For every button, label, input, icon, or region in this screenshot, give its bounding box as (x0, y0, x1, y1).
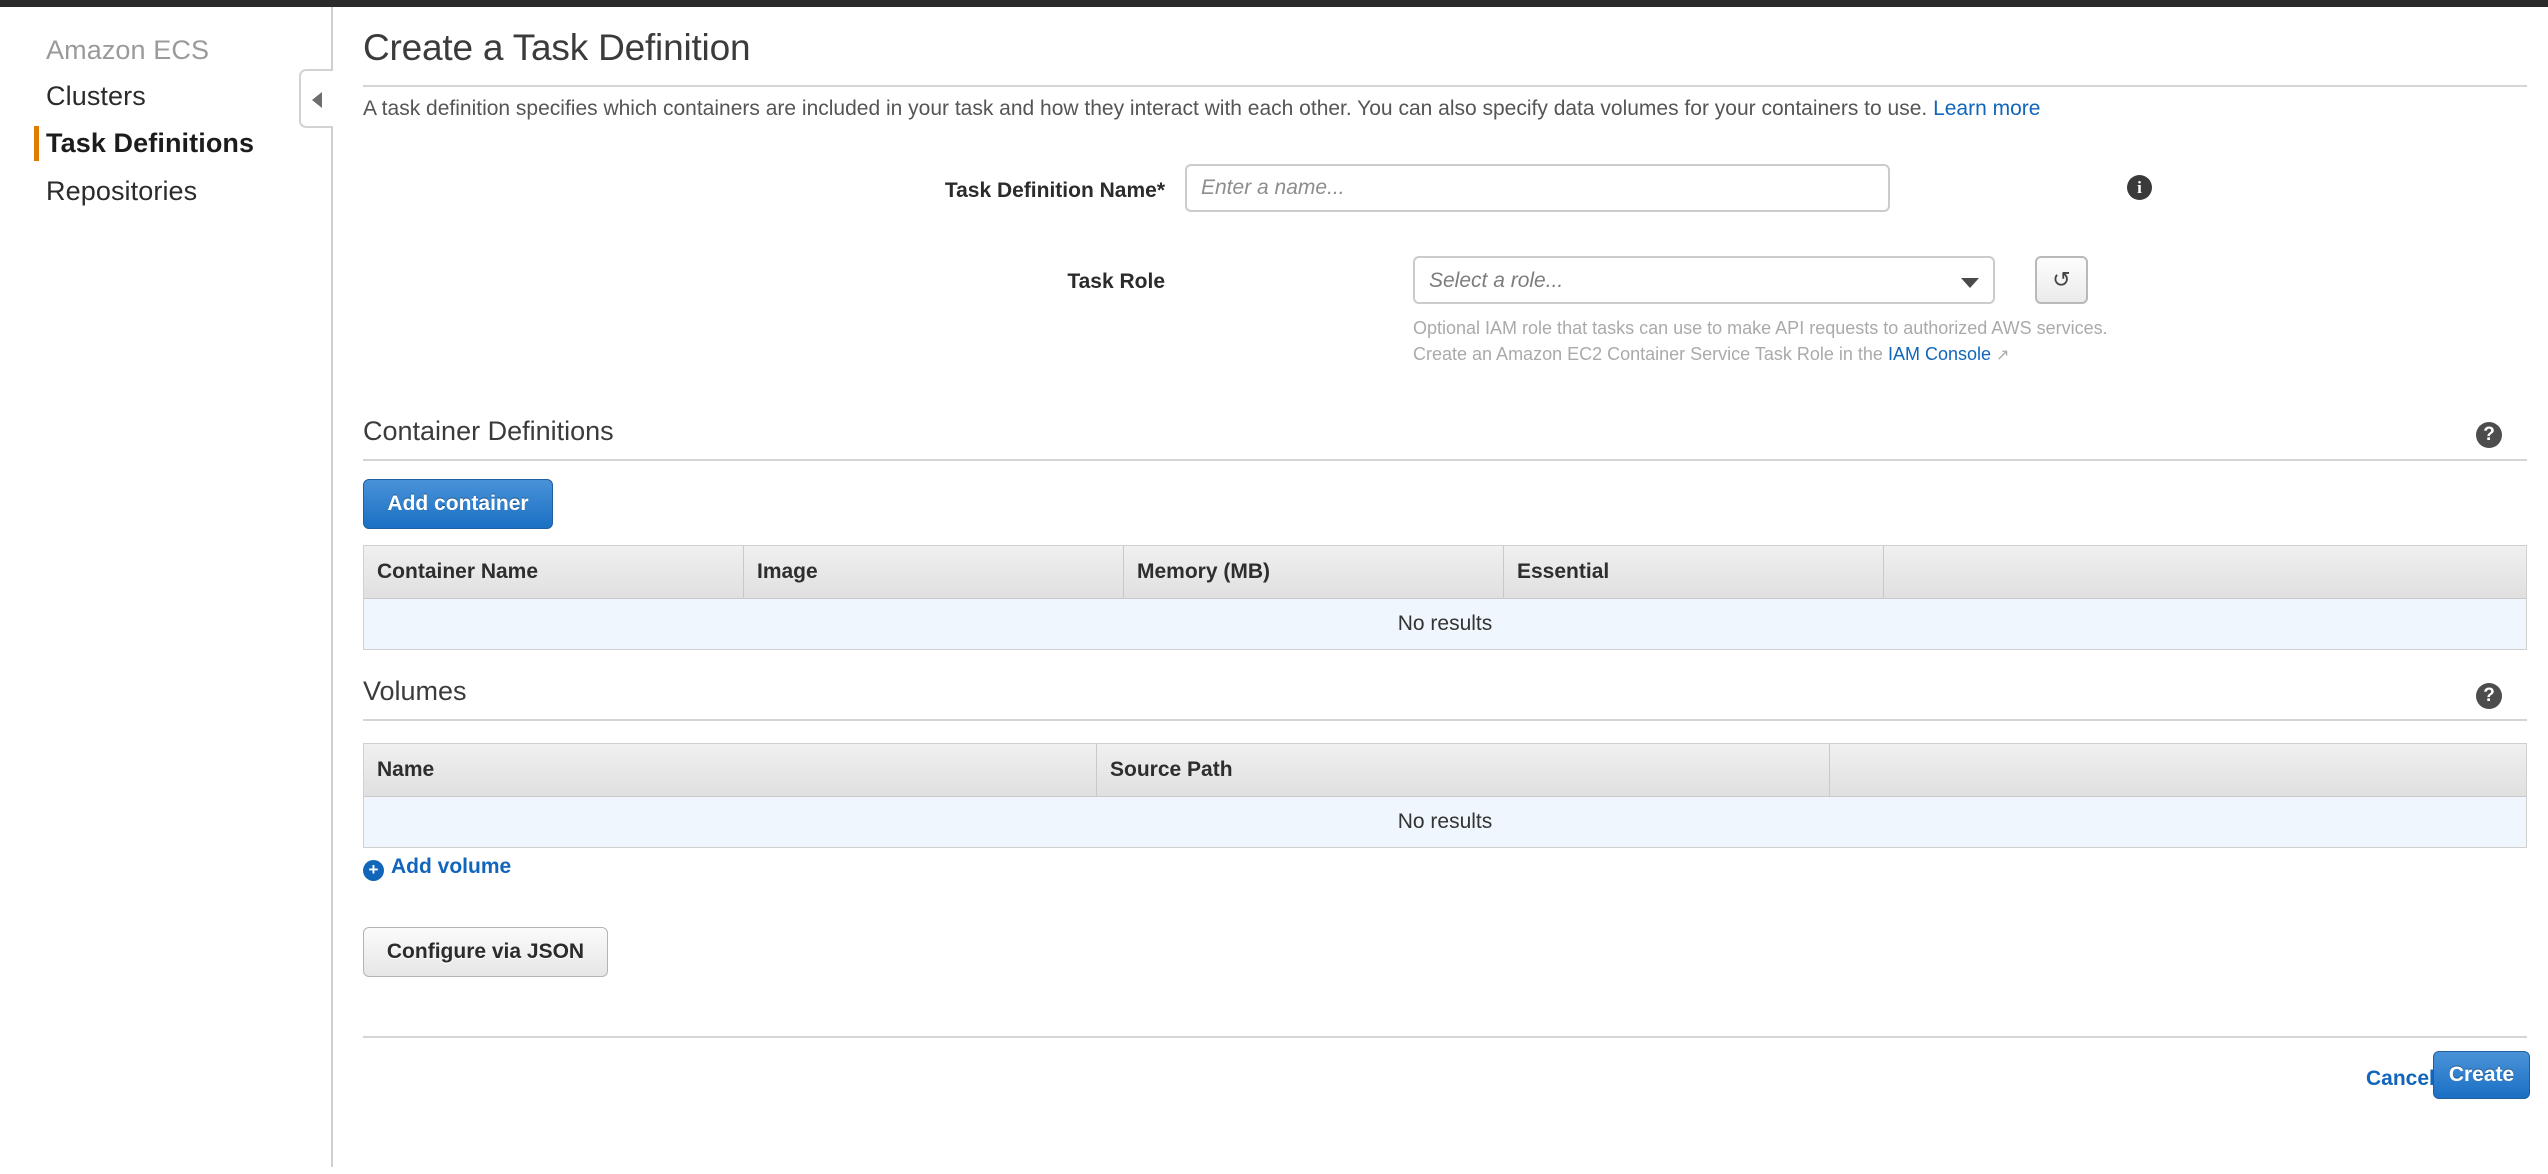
task-role-selected-value: Select a role... (1429, 269, 1564, 292)
add-volume-label: Add volume (391, 855, 512, 878)
task-role-label: Task Role (1067, 270, 1165, 293)
volumes-divider (363, 719, 2527, 721)
chevron-left-icon (312, 92, 322, 108)
cancel-button[interactable]: Cancel (2366, 1067, 2435, 1091)
create-button[interactable]: Create (2433, 1051, 2530, 1099)
refresh-roles-button[interactable]: ↺ (2035, 256, 2088, 304)
footer-divider (363, 1036, 2527, 1038)
page-description: A task definition specifies which contai… (363, 97, 2040, 121)
task-definition-name-input[interactable] (1185, 164, 1890, 212)
volumes-help-icon[interactable]: ? (2476, 683, 2502, 709)
sidebar: Amazon ECS Clusters Task Definitions Rep… (0, 7, 333, 1167)
volumes-empty-row: No results (364, 797, 2526, 847)
sidebar-collapse-button[interactable] (299, 69, 333, 128)
column-header-source-path[interactable]: Source Path (1097, 744, 1830, 796)
sidebar-item-clusters[interactable]: Clusters (46, 81, 146, 112)
task-definition-name-label: Task Definition Name* (944, 179, 1165, 202)
top-chrome-strip (0, 0, 2548, 7)
container-definitions-divider (363, 459, 2527, 461)
add-volume-link[interactable]: + Add volume (363, 855, 511, 881)
page-title: Create a Task Definition (363, 27, 751, 68)
container-definitions-table: Container Name Image Memory (MB) Essenti… (363, 545, 2527, 650)
column-header-volume-actions (1830, 744, 2526, 796)
column-header-memory[interactable]: Memory (MB) (1124, 546, 1504, 598)
page-description-text: A task definition specifies which contai… (363, 97, 1928, 120)
task-role-hint-line-2: Create an Amazon EC2 Container Service T… (1413, 344, 2009, 365)
sidebar-item-repositories[interactable]: Repositories (46, 176, 197, 207)
container-definitions-help-icon[interactable]: ? (2476, 422, 2502, 448)
task-role-select[interactable]: Select a role... (1413, 256, 1995, 304)
iam-console-link[interactable]: IAM Console (1888, 344, 1991, 364)
column-header-essential[interactable]: Essential (1504, 546, 1884, 598)
task-role-hint-prefix: Create an Amazon EC2 Container Service T… (1413, 344, 1883, 364)
column-header-name[interactable]: Name (364, 744, 1097, 796)
main-content: Create a Task Definition A task definiti… (335, 7, 2548, 1174)
configure-via-json-button[interactable]: Configure via JSON (363, 927, 608, 977)
table-header-row: Container Name Image Memory (MB) Essenti… (364, 546, 2526, 599)
container-definitions-empty-row: No results (364, 599, 2526, 649)
task-role-hint-line-1: Optional IAM role that tasks can use to … (1413, 318, 2108, 338)
volumes-title: Volumes (363, 676, 467, 706)
add-container-button[interactable]: Add container (363, 479, 553, 529)
chevron-down-icon (1961, 278, 1979, 288)
info-icon[interactable]: i (2127, 175, 2152, 200)
plus-circle-icon: + (363, 860, 384, 881)
external-link-icon: ↗ (1996, 347, 2010, 364)
refresh-icon: ↺ (2052, 267, 2071, 292)
container-definitions-title: Container Definitions (363, 416, 614, 446)
learn-more-link[interactable]: Learn more (1933, 97, 2040, 120)
volumes-table: Name Source Path No results (363, 743, 2527, 848)
title-divider (363, 85, 2527, 87)
sidebar-title: Amazon ECS (46, 35, 210, 65)
column-header-container-name[interactable]: Container Name (364, 546, 744, 598)
sidebar-item-task-definitions[interactable]: Task Definitions (46, 128, 254, 159)
column-header-image[interactable]: Image (744, 546, 1124, 598)
column-header-actions (1884, 546, 2526, 598)
sidebar-active-indicator (34, 126, 39, 161)
table-header-row: Name Source Path (364, 744, 2526, 797)
